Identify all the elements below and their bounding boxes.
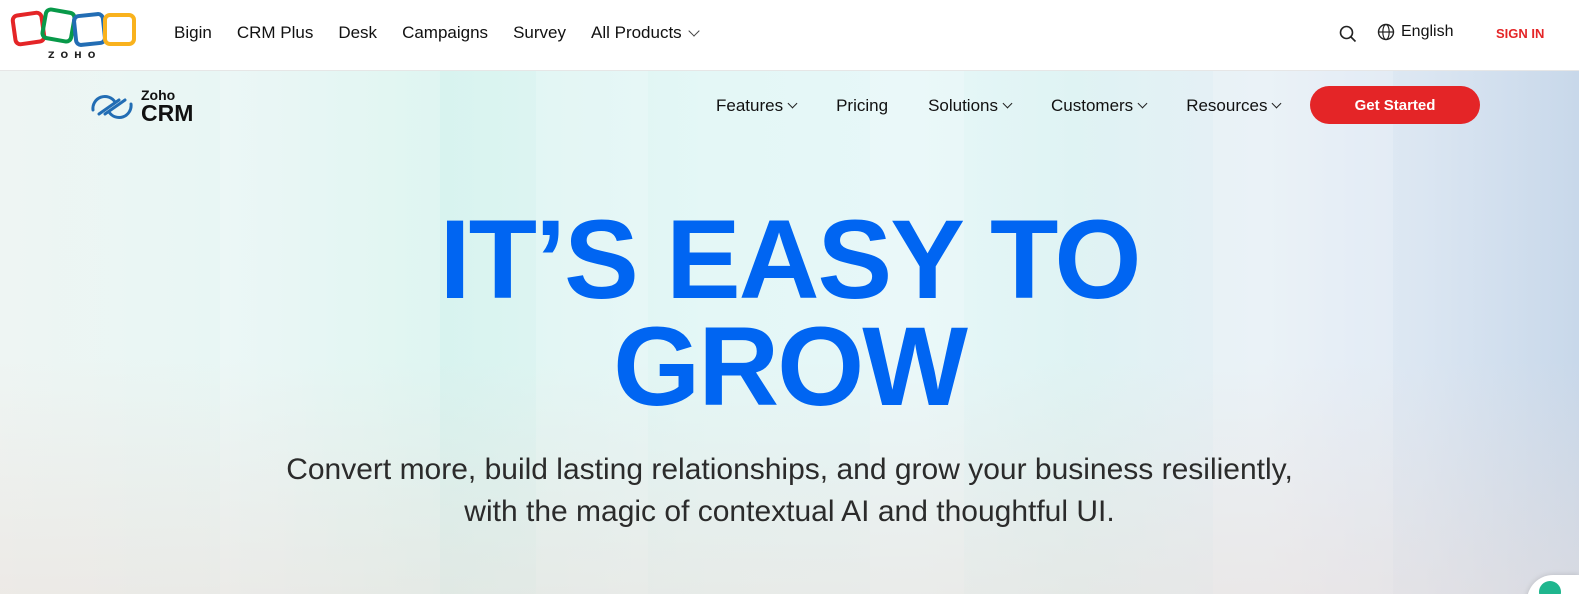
- zoho-logo[interactable]: ZOHO: [9, 6, 140, 62]
- language-selector[interactable]: English: [1377, 23, 1453, 41]
- sign-in-link[interactable]: SIGN IN: [1496, 26, 1544, 41]
- nav-crm-plus[interactable]: CRM Plus: [237, 23, 314, 43]
- global-nav: Bigin CRM Plus Desk Campaigns Survey All…: [174, 23, 700, 43]
- nav-desk[interactable]: Desk: [338, 23, 377, 43]
- chevron-down-icon: [1002, 98, 1013, 109]
- chat-icon: [1539, 581, 1561, 594]
- nav-bigin[interactable]: Bigin: [174, 23, 212, 43]
- hero-headline-line-1: IT’S EASY TO: [439, 197, 1141, 322]
- search-icon[interactable]: [1339, 25, 1357, 43]
- hero-subtitle-line-1: Convert more, build lasting relationship…: [286, 453, 1293, 486]
- hero-section: Zoho CRM Features Pricing Solutions Cust…: [0, 71, 1579, 594]
- language-label: English: [1401, 23, 1454, 40]
- nav-survey[interactable]: Survey: [513, 23, 566, 43]
- hero-headline-line-2: GROW: [613, 304, 968, 429]
- zoho-crm-logo[interactable]: Zoho CRM: [89, 88, 193, 125]
- hero-subtitle-line-2: with the magic of contextual AI and thou…: [464, 495, 1115, 528]
- chevron-down-icon: [688, 24, 700, 37]
- nav-customers[interactable]: Customers: [1051, 96, 1148, 116]
- nav-customers-label: Customers: [1051, 96, 1134, 115]
- product-nav: Features Pricing Solutions Customers Res…: [716, 96, 1282, 116]
- nav-resources[interactable]: Resources: [1186, 96, 1282, 116]
- crm-logo-bottom-text: CRM: [141, 100, 194, 126]
- global-header: ZOHO Bigin CRM Plus Desk Campaigns Surve…: [0, 0, 1579, 71]
- nav-solutions[interactable]: Solutions: [928, 96, 1013, 116]
- get-started-button[interactable]: Get Started: [1310, 86, 1480, 124]
- nav-solutions-label: Solutions: [928, 96, 998, 115]
- nav-all-products-label: All Products: [590, 23, 682, 42]
- chevron-down-icon: [787, 98, 798, 109]
- chevron-down-icon: [1137, 98, 1148, 109]
- nav-resources-label: Resources: [1186, 96, 1268, 115]
- globe-icon: [1377, 23, 1395, 41]
- nav-campaigns[interactable]: Campaigns: [402, 23, 488, 43]
- nav-all-products[interactable]: All Products: [590, 23, 700, 43]
- nav-pricing[interactable]: Pricing: [836, 96, 888, 116]
- zoho-wordmark: ZOHO: [48, 51, 102, 61]
- chevron-down-icon: [1272, 98, 1282, 109]
- crm-logo-icon: [91, 94, 133, 119]
- nav-features[interactable]: Features: [716, 96, 798, 116]
- nav-features-label: Features: [716, 96, 784, 115]
